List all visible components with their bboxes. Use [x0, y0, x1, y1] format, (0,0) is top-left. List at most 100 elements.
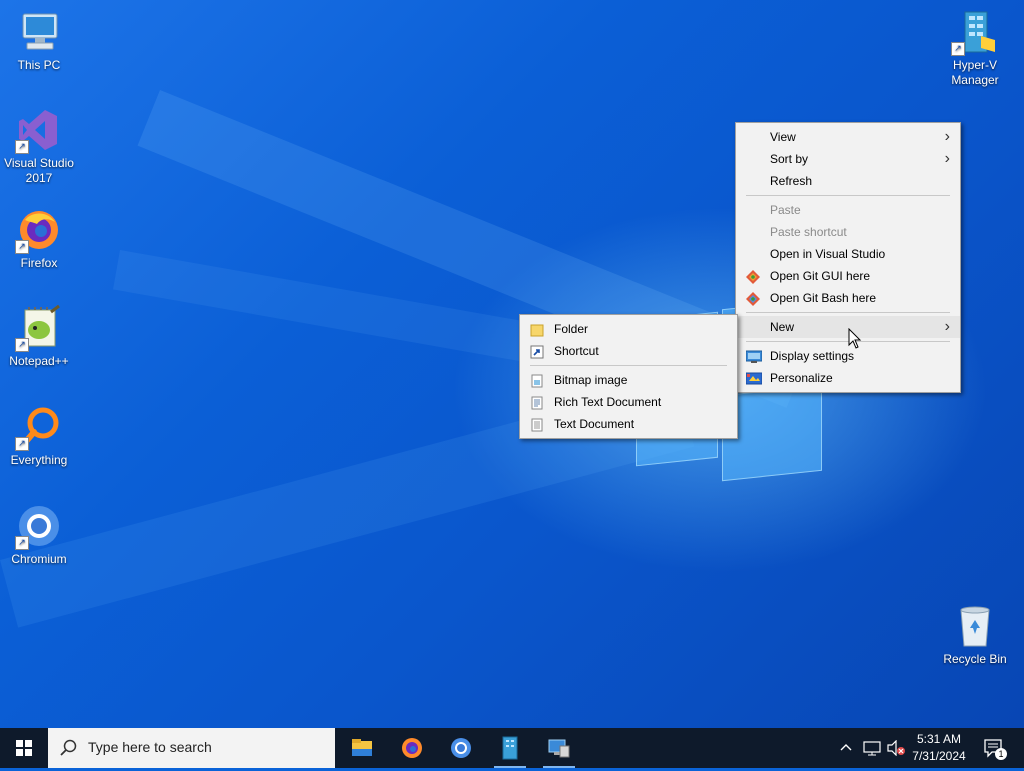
bitmap-image-icon — [530, 373, 544, 388]
chevron-right-icon: › — [944, 128, 950, 145]
desktop-icon-label: Notepad++ — [9, 354, 69, 368]
search-placeholder: Type here to search — [88, 739, 212, 755]
new-item-rich-text-document[interactable]: Rich Text Document — [520, 391, 737, 413]
desktop-icon-label: Firefox — [20, 256, 58, 270]
taskbar-firefox[interactable] — [388, 728, 436, 768]
start-button[interactable] — [0, 728, 48, 768]
menu-item-label: Bitmap image — [554, 373, 628, 387]
menu-item-label: New — [770, 320, 795, 334]
menu-item-view[interactable]: View › — [736, 126, 960, 148]
desktop-icon-visual-studio[interactable]: ↗ Visual Studio 2017 — [1, 106, 77, 186]
shortcut-arrow-icon: ↗ — [15, 140, 29, 154]
hyper-v-manager-icon: ↗ — [951, 8, 999, 56]
network-icon — [863, 741, 881, 756]
clock-date: 7/31/2024 — [912, 749, 966, 763]
chromium-icon — [451, 738, 471, 758]
new-item-text-document[interactable]: Text Document — [520, 413, 737, 435]
taskbar-remote-desktop[interactable] — [535, 728, 583, 768]
menu-item-label: Open in Visual Studio — [770, 247, 886, 261]
firefox-icon — [402, 738, 422, 758]
shortcut-arrow-icon: ↗ — [15, 240, 29, 254]
menu-item-sort-by[interactable]: Sort by › — [736, 148, 960, 170]
shortcut-arrow-icon: ↗ — [15, 338, 29, 352]
menu-separator — [530, 365, 727, 366]
menu-item-personalize[interactable]: Personalize — [736, 367, 960, 389]
desktop-icon-chromium[interactable]: ↗ Chromium — [1, 502, 77, 567]
desktop-icon-notepad-plus-plus[interactable]: ↗ Notepad++ — [1, 304, 77, 369]
search-icon — [60, 739, 77, 756]
menu-separator — [746, 195, 950, 196]
menu-item-label: Shortcut — [554, 344, 599, 358]
git-bash-icon — [746, 291, 760, 306]
recycle-bin-icon — [951, 602, 999, 650]
menu-item-label: Text Document — [554, 417, 635, 431]
menu-item-open-in-visual-studio[interactable]: Open in Visual Studio — [736, 243, 960, 265]
file-explorer-icon — [352, 739, 372, 756]
tray-volume[interactable] — [884, 728, 906, 768]
windows-logo-icon — [16, 740, 32, 756]
volume-muted-icon — [887, 740, 905, 756]
everything-search-icon: ↗ — [15, 403, 63, 451]
taskbar: Type here to search 5:31 AM 7/31/2024 1 — [0, 728, 1024, 768]
new-item-bitmap-image[interactable]: Bitmap image — [520, 369, 737, 391]
chevron-right-icon: › — [944, 318, 950, 335]
shortcut-arrow-icon: ↗ — [951, 42, 965, 56]
desktop-icon-label: Visual Studio 2017 — [4, 156, 74, 185]
menu-item-open-git-gui[interactable]: Open Git GUI here — [736, 265, 960, 287]
taskbar-clock[interactable]: 5:31 AM 7/31/2024 — [904, 731, 974, 765]
visual-studio-icon: ↗ — [15, 106, 63, 154]
personalize-icon — [745, 371, 763, 385]
taskbar-hyper-v-manager[interactable] — [486, 728, 534, 768]
action-center-button[interactable]: 1 — [980, 728, 1008, 768]
desktop-icon-recycle-bin[interactable]: Recycle Bin — [937, 602, 1013, 667]
chevron-right-icon: › — [944, 150, 950, 167]
this-pc-icon — [15, 8, 63, 56]
menu-item-label: Open Git GUI here — [770, 269, 871, 283]
notepad-plus-plus-icon: ↗ — [15, 304, 63, 352]
menu-item-label: Paste shortcut — [770, 225, 847, 239]
new-item-folder[interactable]: Folder — [520, 318, 737, 340]
menu-item-label: Refresh — [770, 174, 813, 188]
menu-item-refresh[interactable]: Refresh — [736, 170, 960, 192]
tray-show-hidden-icons[interactable] — [838, 728, 854, 768]
desktop-icon-firefox[interactable]: ↗ Firefox — [1, 206, 77, 271]
taskbar-chromium[interactable] — [437, 728, 485, 768]
menu-item-label: Rich Text Document — [554, 395, 662, 409]
menu-item-paste[interactable]: Paste — [736, 199, 960, 221]
menu-item-open-git-bash[interactable]: Open Git Bash here — [736, 287, 960, 309]
firefox-icon: ↗ — [15, 206, 63, 254]
rich-text-document-icon — [530, 395, 544, 410]
menu-item-paste-shortcut[interactable]: Paste shortcut — [736, 221, 960, 243]
menu-item-label: Folder — [554, 322, 589, 336]
new-item-shortcut[interactable]: Shortcut — [520, 340, 737, 362]
desktop-icon-label: Recycle Bin — [943, 652, 1007, 666]
chromium-icon: ↗ — [15, 502, 63, 550]
shortcut-icon — [530, 344, 544, 359]
menu-item-label: Sort by — [770, 152, 809, 166]
taskbar-file-explorer[interactable] — [338, 728, 386, 768]
desktop-icon-label: Everything — [10, 453, 68, 467]
menu-item-label: Display settings — [770, 349, 855, 363]
taskbar-search-box[interactable]: Type here to search — [48, 728, 335, 768]
shortcut-arrow-icon: ↗ — [15, 437, 29, 451]
desktop-icon-label: This PC — [17, 58, 61, 72]
notification-count-badge: 1 — [995, 748, 1007, 760]
desktop-icon-label: Hyper-V Manager — [951, 58, 999, 87]
new-submenu: Folder Shortcut Bitmap image Rich Text D… — [519, 314, 738, 439]
desktop-icon-this-pc[interactable]: This PC — [1, 8, 77, 73]
text-document-icon — [530, 417, 544, 432]
menu-item-label: Personalize — [770, 371, 833, 385]
hyper-v-manager-icon — [502, 736, 518, 760]
folder-icon — [530, 322, 544, 337]
mouse-cursor-icon — [848, 327, 862, 350]
menu-item-label: View — [770, 130, 796, 144]
desktop-context-menu: View › Sort by › Refresh Paste Paste sho… — [735, 122, 961, 393]
menu-item-label: Open Git Bash here — [770, 291, 877, 305]
desktop-icon-label: Chromium — [11, 552, 67, 566]
display-settings-icon — [745, 349, 763, 363]
desktop-icon-hyper-v-manager[interactable]: ↗ Hyper-V Manager — [937, 8, 1013, 88]
desktop-icon-everything[interactable]: ↗ Everything — [1, 403, 77, 468]
menu-item-label: Paste — [770, 203, 801, 217]
tray-network[interactable] — [861, 728, 881, 768]
menu-separator — [746, 312, 950, 313]
